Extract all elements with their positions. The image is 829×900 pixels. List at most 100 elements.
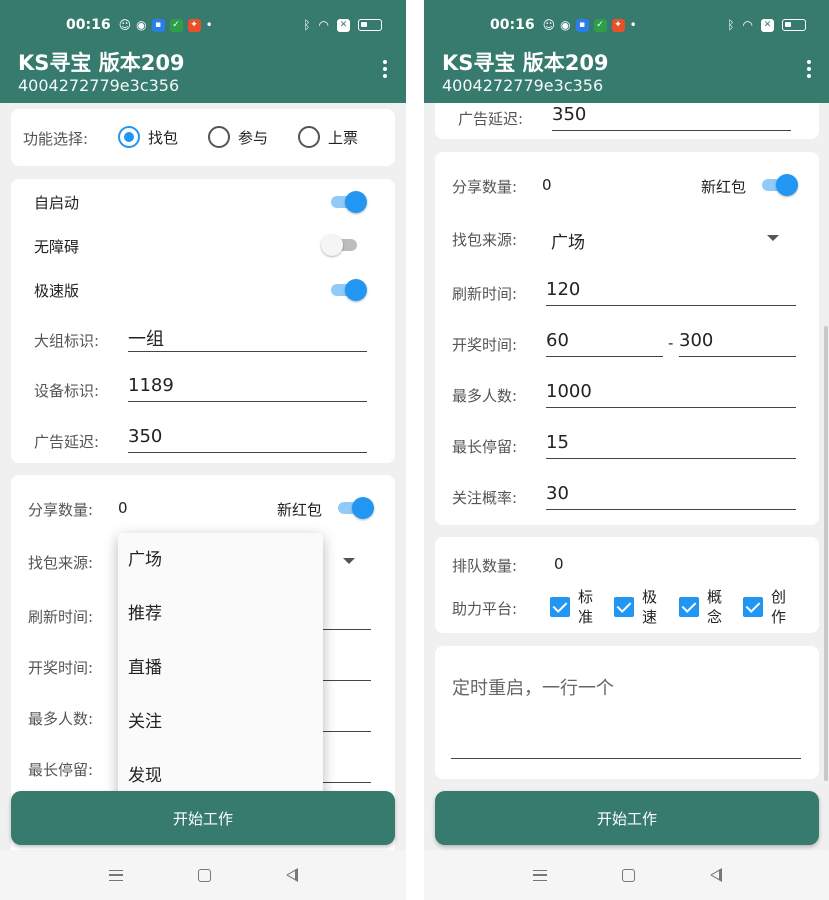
main-content: 广告延迟: 350 分享数量: 0 新红包 找包来源: 广场 刷新时间: 120… xyxy=(424,103,829,850)
signal-off-icon: ✕ xyxy=(337,18,350,32)
app-title: KS寻宝 版本209 xyxy=(442,51,609,75)
ad-delay-input[interactable]: 350 xyxy=(552,104,586,125)
ad-delay-label: 广告延迟: xyxy=(458,110,524,128)
checkbox-checked-icon xyxy=(614,597,634,617)
notification-icons: ☺ ◉ ▪ ✓ ✦ • xyxy=(119,18,213,32)
phone-screen-right: 00:16 ☺ ◉ ▪ ✓ ✦ • ᛒ ◠ ✕ KS寻宝 版本209 40042… xyxy=(424,0,829,900)
nav-back-icon[interactable] xyxy=(285,868,298,882)
max-people-input-underline xyxy=(321,731,371,732)
refresh-input[interactable]: 120 xyxy=(546,279,580,300)
group-input[interactable]: 一组 xyxy=(128,325,164,351)
app-icon: ✦ xyxy=(611,18,625,32)
checkbox-label: 标准 xyxy=(578,588,594,626)
checkbox-standard[interactable]: 标准 xyxy=(550,587,594,627)
radio-label: 上票 xyxy=(328,128,359,147)
radio-vote[interactable]: 上票 xyxy=(298,126,358,148)
menu-item-follow[interactable]: 关注 xyxy=(118,695,323,749)
app-icon: ✦ xyxy=(187,18,201,32)
more-dot-icon: • xyxy=(205,18,213,32)
toggle-label-speed: 极速版 xyxy=(34,282,80,300)
new-red-label: 新红包 xyxy=(277,501,323,519)
signal-off-icon: ✕ xyxy=(761,18,774,32)
switch-accessibility[interactable] xyxy=(321,233,359,256)
checkbox-label: 概念 xyxy=(707,588,723,626)
status-bar: 00:16 ☺ ◉ ▪ ✓ ✦ • ᛒ ◠ ✕ xyxy=(0,0,406,50)
device-input-underline xyxy=(128,401,367,402)
ad-delay-input-underline xyxy=(552,130,791,131)
queue-label: 排队数量: xyxy=(452,557,518,575)
nav-back-icon[interactable] xyxy=(709,868,722,882)
app-subtitle: 4004272779e3c356 xyxy=(18,76,180,95)
start-work-button[interactable]: 开始工作 xyxy=(435,791,819,845)
checkbox-label: 创作 xyxy=(771,588,787,626)
switch-autostart[interactable] xyxy=(329,190,367,213)
wechat-icon: ◉ xyxy=(560,18,571,32)
checkbox-label: 极速 xyxy=(642,588,658,626)
feature-card: 功能选择: 找包 参与 上票 xyxy=(11,109,395,166)
switch-speed[interactable] xyxy=(329,278,367,301)
nav-home-icon[interactable] xyxy=(197,868,211,882)
max-people-input[interactable]: 1000 xyxy=(546,381,592,402)
switch-new-red[interactable] xyxy=(336,496,374,519)
status-time: 00:16 xyxy=(66,17,111,33)
checkbox-concept[interactable]: 概念 xyxy=(679,587,723,627)
navigation-bar xyxy=(0,850,406,900)
status-time: 00:16 xyxy=(490,17,535,33)
new-red-label: 新红包 xyxy=(701,178,747,196)
queue-value: 0 xyxy=(554,555,564,573)
menu-item-live[interactable]: 直播 xyxy=(118,641,323,695)
settings-card: 自启动 无障碍 极速版 大组标识: 一组 设备标识: 1189 广告延迟: 35… xyxy=(11,179,395,463)
group-input-underline xyxy=(128,351,367,352)
follow-rate-input[interactable]: 30 xyxy=(546,483,569,504)
dropdown-arrow-icon[interactable] xyxy=(343,558,355,564)
max-stay-input[interactable]: 15 xyxy=(546,432,569,453)
nav-menu-icon[interactable] xyxy=(108,869,123,881)
device-input[interactable]: 1189 xyxy=(128,375,174,396)
radio-find-package[interactable]: 找包 xyxy=(118,126,178,148)
source-label: 找包来源: xyxy=(452,231,518,249)
nav-menu-icon[interactable] xyxy=(532,869,547,881)
platform-label: 助力平台: xyxy=(452,600,518,618)
system-icons: ᛒ ◠ ✕ xyxy=(303,18,382,32)
notification-icons: ☺ ◉ ▪ ✓ ✦ • xyxy=(543,18,637,32)
more-dot-icon: • xyxy=(629,18,637,32)
menu-item-recommend[interactable]: 推荐 xyxy=(118,587,323,641)
lottery-to-input[interactable]: 300 xyxy=(679,330,713,351)
app-title: KS寻宝 版本209 xyxy=(18,51,185,75)
radio-participate[interactable]: 参与 xyxy=(208,126,268,148)
overflow-menu-icon[interactable] xyxy=(382,60,388,78)
source-select[interactable]: 广场 xyxy=(551,228,585,253)
start-work-button[interactable]: 开始工作 xyxy=(11,791,395,845)
checkbox-checked-icon xyxy=(550,597,570,617)
wifi-icon: ◠ xyxy=(742,18,753,32)
checkbox-speed[interactable]: 极速 xyxy=(614,587,658,627)
shield-icon: ✓ xyxy=(169,18,183,32)
restart-textarea[interactable]: 定时重启，一行一个 xyxy=(452,674,614,700)
battery-icon xyxy=(358,19,382,31)
max-stay-label: 最长停留: xyxy=(28,761,94,779)
ad-delay-input[interactable]: 350 xyxy=(128,426,162,447)
wifi-icon: ◠ xyxy=(318,18,329,32)
lottery-from-underline xyxy=(546,356,663,357)
scrollbar[interactable] xyxy=(824,326,828,781)
restart-card: 定时重启，一行一个 xyxy=(435,646,819,779)
menu-item-square[interactable]: 广场 xyxy=(118,533,323,587)
group-label: 大组标识: xyxy=(34,332,100,350)
radio-unchecked-icon xyxy=(298,126,320,148)
platform-card: 排队数量: 0 助力平台: 标准 极速 概念 创作 xyxy=(435,537,819,633)
bluetooth-icon: ᛒ xyxy=(303,18,311,32)
bluetooth-icon: ᛒ xyxy=(727,18,735,32)
checkbox-create[interactable]: 创作 xyxy=(743,587,787,627)
main-content: 功能选择: 找包 参与 上票 自启动 无障碍 极速版 大组标识: 一组 设备标识… xyxy=(0,103,406,850)
radio-label: 找包 xyxy=(148,128,179,147)
overflow-menu-icon[interactable] xyxy=(806,60,812,78)
shield-icon: ✓ xyxy=(593,18,607,32)
app-bar: KS寻宝 版本209 4004272779e3c356 xyxy=(424,50,829,103)
lottery-from-input[interactable]: 60 xyxy=(546,330,569,351)
radio-label: 参与 xyxy=(238,128,269,147)
feature-label: 功能选择: xyxy=(23,130,89,148)
dropdown-arrow-icon[interactable] xyxy=(767,235,779,241)
app-icon: ▪ xyxy=(575,18,589,32)
switch-new-red[interactable] xyxy=(760,173,798,196)
nav-home-icon[interactable] xyxy=(621,868,635,882)
